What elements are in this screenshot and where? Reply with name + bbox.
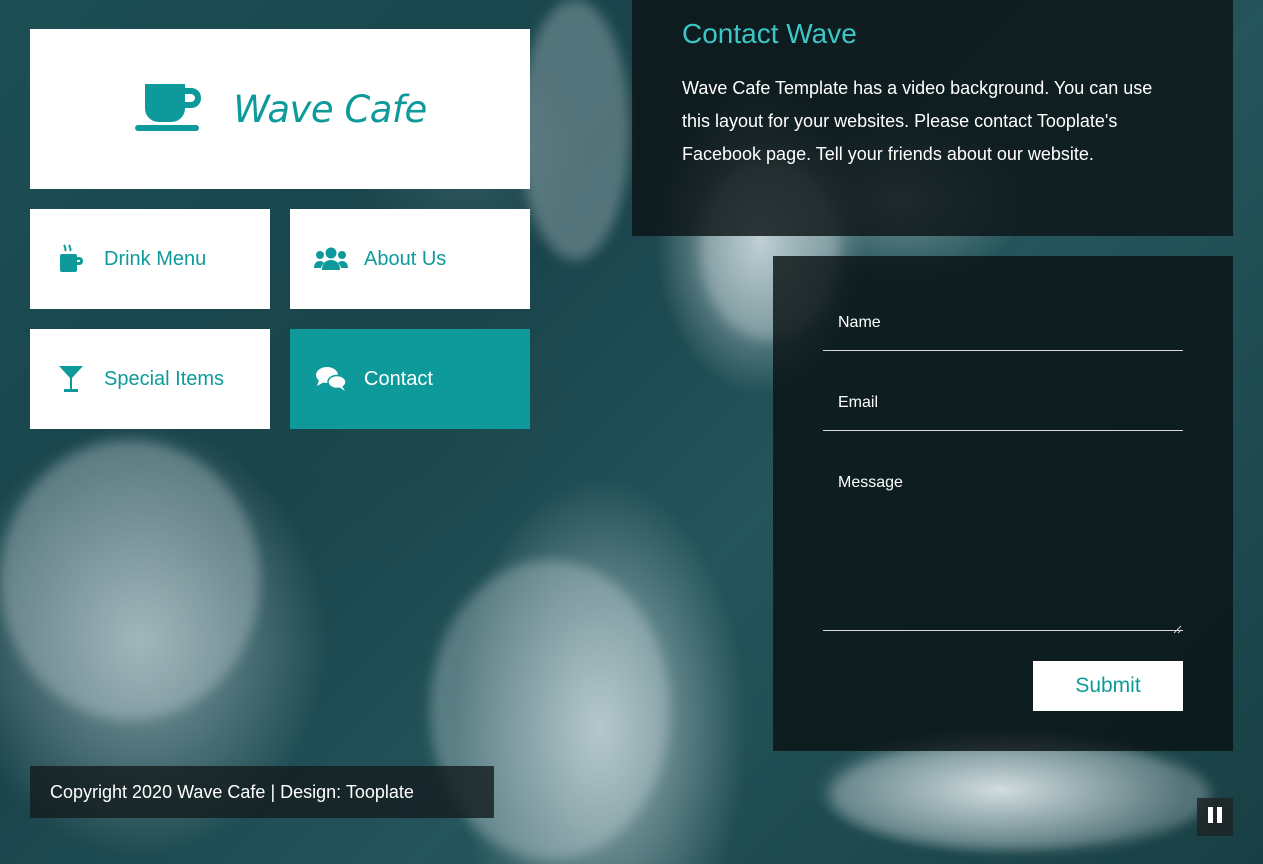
email-field-label: Email [838,394,879,411]
cocktail-glass-icon [54,362,88,396]
logo-card[interactable]: Wave Cafe [30,29,530,189]
foam-patch [830,740,1210,850]
submit-button[interactable]: Submit [1033,661,1183,711]
contact-info-panel: Contact Wave Wave Cafe Template has a vi… [632,0,1233,236]
copyright-footer: Copyright 2020 Wave Cafe | Design: Toopl… [30,766,494,818]
message-field-label: Message [838,474,903,491]
page-title: Contact Wave [682,18,857,49]
video-pause-button[interactable] [1197,798,1233,836]
coffee-cup-icon [133,82,203,136]
foam-patch [520,0,630,260]
users-icon [314,242,348,276]
contact-form: Name Email Message Submit [773,256,1233,751]
nav-item-contact[interactable]: Contact [290,329,530,429]
resize-grip-icon[interactable] [1173,619,1182,634]
nav-item-label: Special Items [104,367,225,390]
name-field-label: Name [838,314,881,331]
brand-name: Wave Cafe [233,87,427,131]
pause-icon [1208,807,1222,827]
nav-item-label: Drink Menu [104,247,207,270]
foam-patch [0,440,260,720]
comments-icon [314,362,348,396]
nav-item-drink-menu[interactable]: Drink Menu [30,209,270,309]
nav-item-special-items[interactable]: Special Items [30,329,270,429]
message-field[interactable]: Message [823,466,1183,634]
nav-item-label: Contact [364,367,433,390]
video-background: Wave Cafe Drink Menu About Us Special It… [0,0,1263,864]
info-description: Wave Cafe Template has a video backgroun… [682,78,1153,164]
name-field[interactable]: Name [823,306,1183,351]
nav-item-about-us[interactable]: About Us [290,209,530,309]
nav-item-label: About Us [364,247,447,270]
email-field[interactable]: Email [823,386,1183,431]
coffee-mug-icon [54,242,88,276]
